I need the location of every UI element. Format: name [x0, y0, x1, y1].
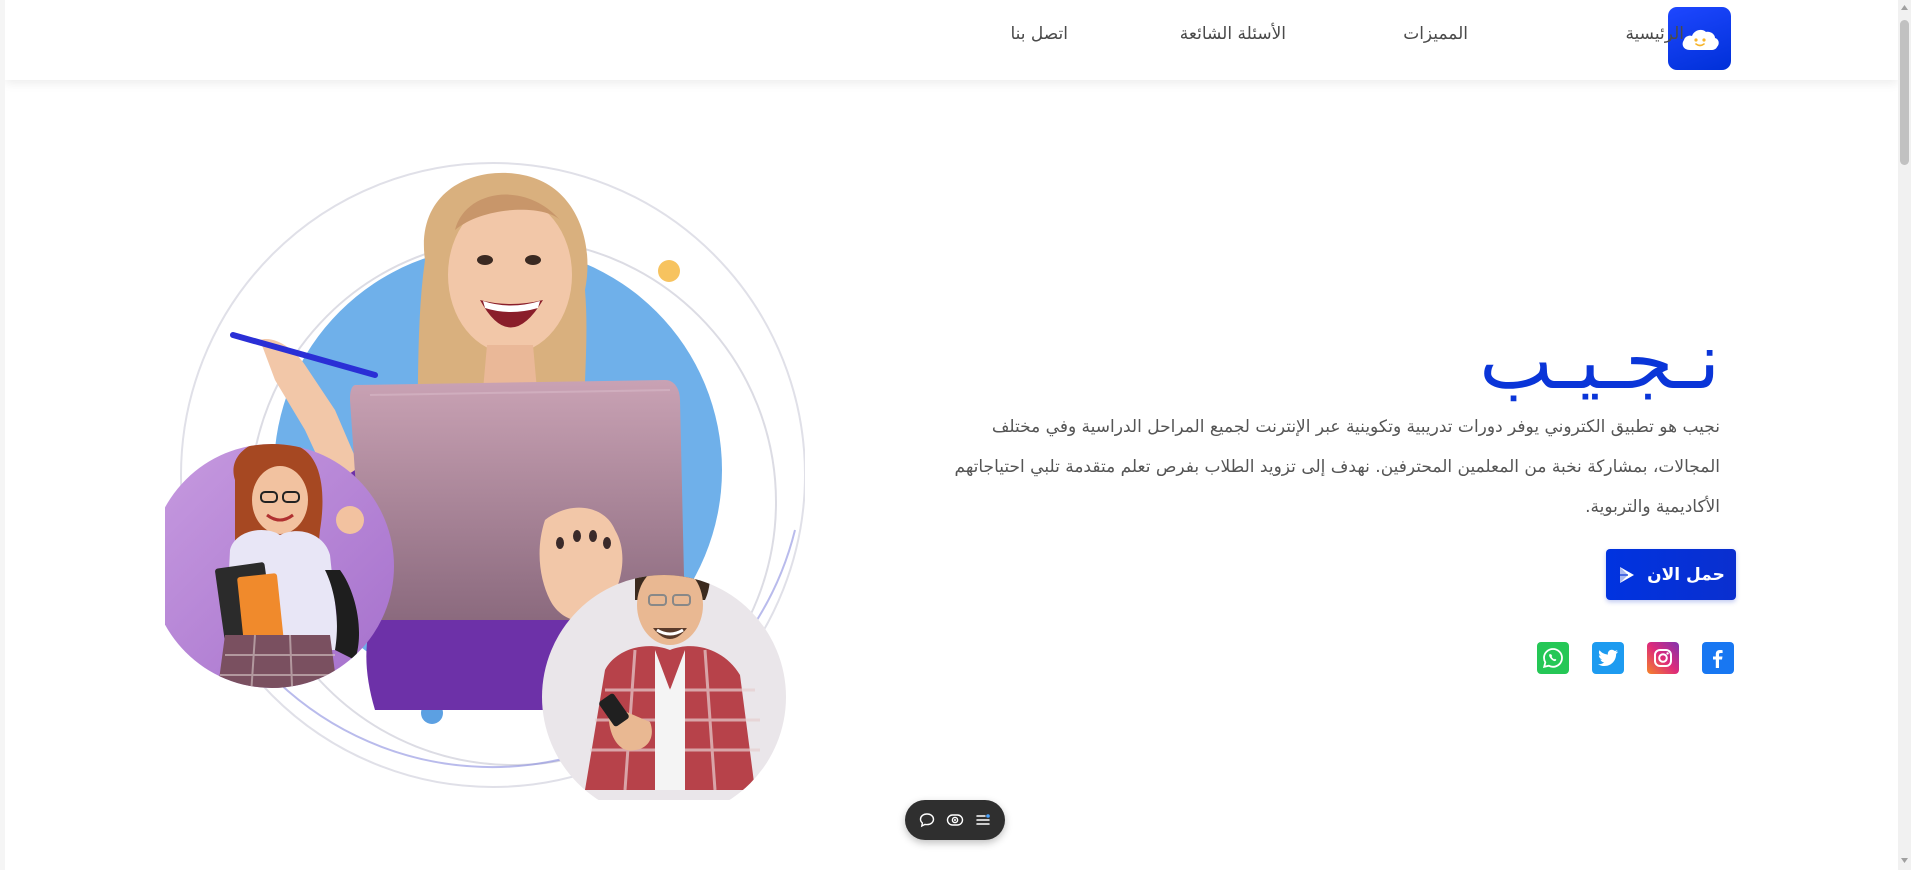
hero-title: نـجـيـب	[1479, 317, 1720, 408]
scrollbar-thumb[interactable]	[1900, 20, 1909, 165]
cloud-smile-icon	[1682, 29, 1719, 50]
facebook-icon	[1713, 650, 1723, 668]
download-now-button[interactable]: حمل الان	[1606, 549, 1736, 600]
view-toggle-button[interactable]	[944, 809, 966, 831]
nav-features[interactable]: المميزات	[1403, 24, 1468, 44]
vertical-scrollbar[interactable]	[1898, 0, 1911, 870]
nav-faq[interactable]: الأسئلة الشائعة	[1180, 24, 1286, 44]
whatsapp-button[interactable]	[1537, 642, 1569, 674]
google-play-icon	[1620, 566, 1635, 583]
scroll-up-arrow[interactable]	[1900, 3, 1909, 12]
eye-toggle-icon	[946, 814, 964, 826]
navbar: الرئيسية المميزات الأسئلة الشائعة اتصل ب…	[5, 0, 1898, 80]
facebook-button[interactable]	[1702, 642, 1734, 674]
menu-button[interactable]	[972, 809, 994, 831]
menu-list-icon	[976, 814, 990, 825]
orange-dot	[658, 260, 680, 282]
download-button-label: حمل الان	[1647, 564, 1725, 585]
chat-bubble-icon	[919, 813, 935, 828]
scroll-down-arrow[interactable]	[1900, 856, 1909, 865]
instagram-button[interactable]	[1647, 642, 1679, 674]
nav-contact[interactable]: اتصل بنا	[1010, 24, 1068, 44]
hero-illustration	[150, 150, 806, 819]
nav-home[interactable]: الرئيسية	[1625, 24, 1684, 44]
landing-page: الرئيسية المميزات الأسئلة الشائعة اتصل ب…	[5, 0, 1898, 870]
twitter-icon	[1598, 649, 1618, 666]
floating-toolbar	[905, 800, 1005, 840]
hero-description: نجيب هو تطبيق الكتروني يوفر دورات تدريبي…	[954, 417, 1721, 517]
twitter-button[interactable]	[1592, 642, 1624, 674]
chat-button[interactable]	[916, 809, 938, 831]
whatsapp-icon	[1542, 648, 1563, 669]
instagram-icon	[1654, 649, 1672, 667]
